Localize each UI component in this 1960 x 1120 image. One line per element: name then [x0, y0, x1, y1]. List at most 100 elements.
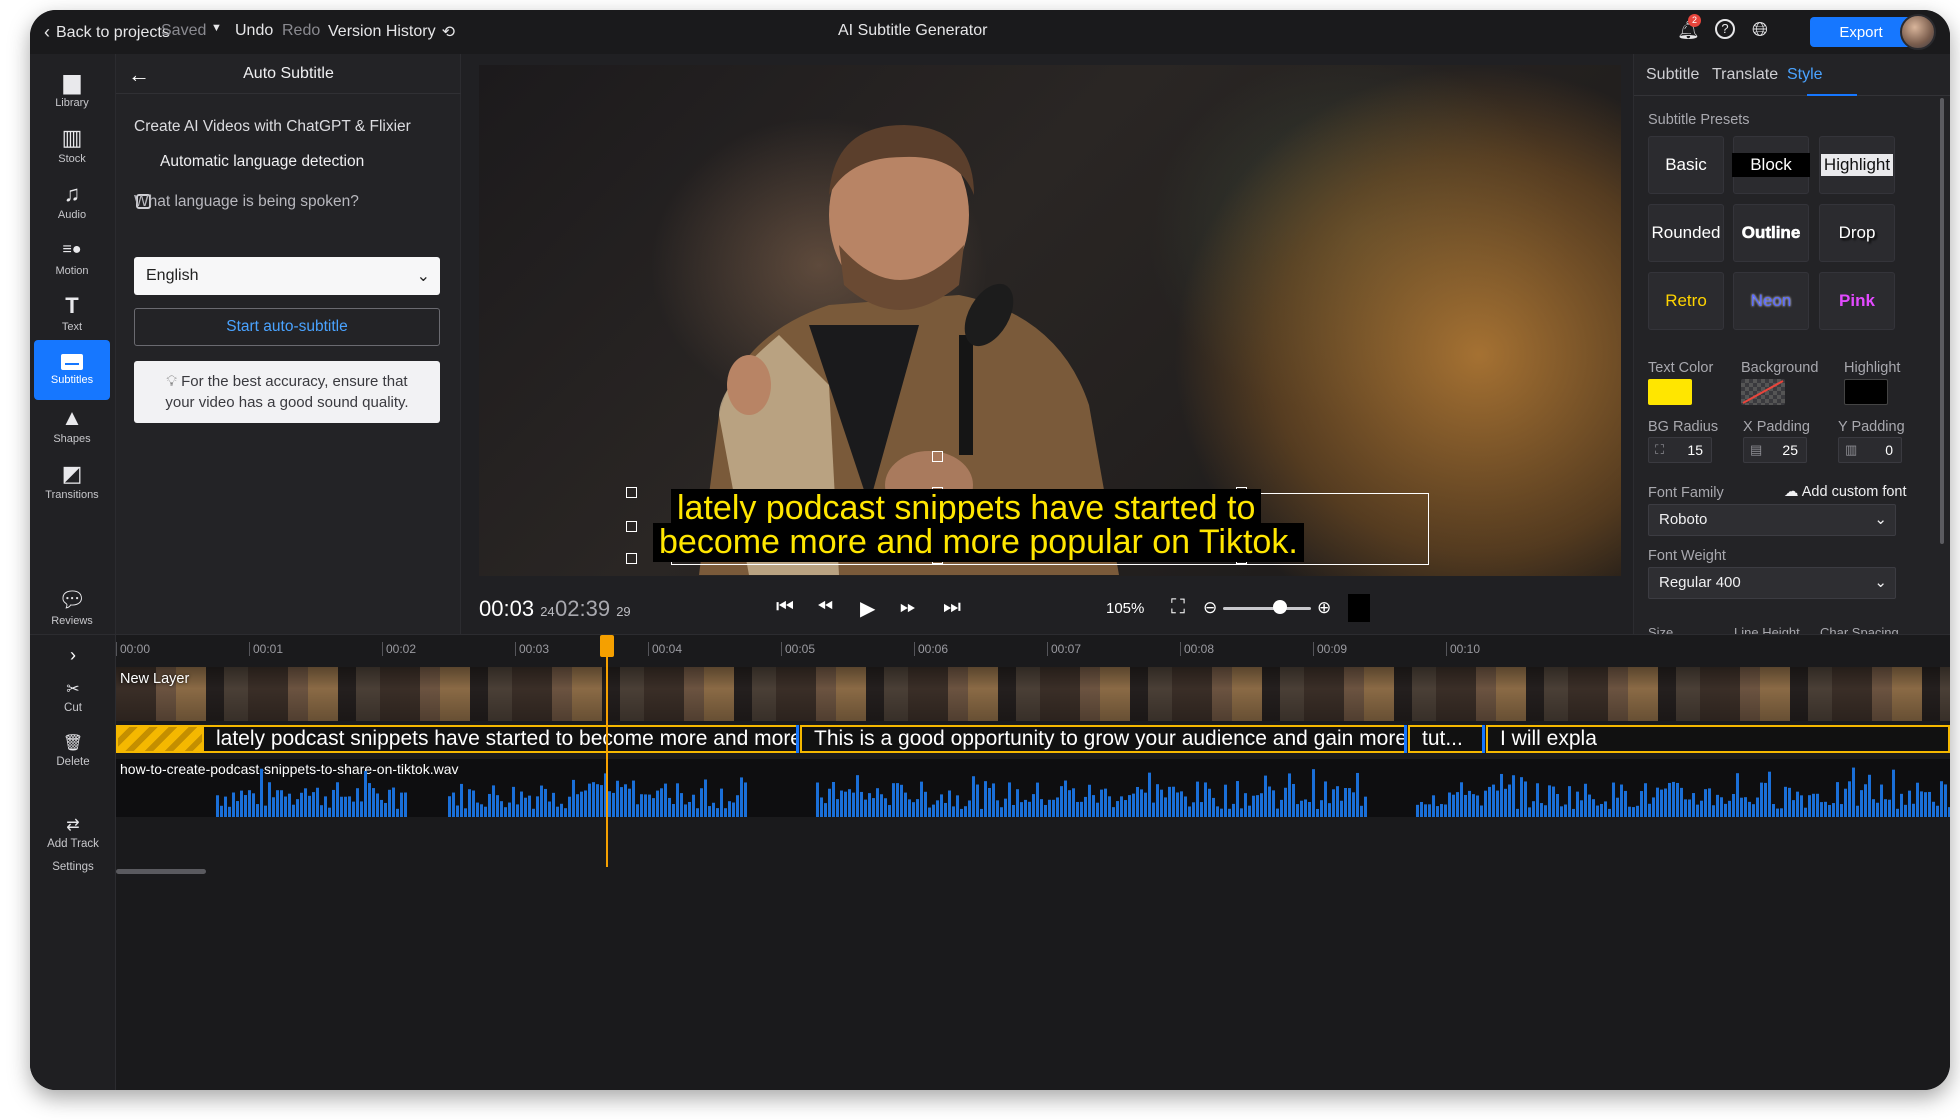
background-color-swatch[interactable]: [1741, 379, 1785, 405]
fullscreen-icon[interactable]: ⛶: [1171, 596, 1185, 619]
waveform-bar: [1236, 781, 1239, 817]
waveform-bar: [232, 792, 235, 817]
zoom-slider-knob[interactable]: [1273, 600, 1288, 614]
waveform-bar: [1092, 795, 1095, 817]
preset-outline[interactable]: Outline: [1733, 204, 1809, 262]
bg-radius-input[interactable]: ⛶ 15: [1648, 437, 1712, 463]
preset-retro[interactable]: Retro: [1648, 272, 1724, 330]
sidebar-item-reviews[interactable]: 💬︎ Reviews: [34, 578, 110, 638]
waveform-bar: [1524, 781, 1527, 817]
video-preview[interactable]: lately podcast snippets have started to …: [479, 65, 1621, 576]
playhead-handle[interactable]: [600, 635, 614, 657]
saved-dropdown-icon[interactable]: ▼: [211, 22, 222, 34]
skip-to-end-icon[interactable]: ⏭︎: [943, 596, 961, 619]
notifications-button[interactable]: 🔔︎ 2: [1677, 14, 1701, 41]
waveform-bar: [1772, 804, 1775, 817]
delete-button[interactable]: 🗑︎ Delete: [30, 733, 116, 768]
subtitle-clip[interactable]: I will expla: [1486, 725, 1950, 753]
sidebar-item-stock[interactable]: ▥ Stock: [34, 116, 110, 176]
waveform-bar: [1052, 799, 1055, 817]
resize-handle-tl[interactable]: [626, 487, 637, 498]
back-arrow-icon[interactable]: ←: [128, 62, 150, 88]
language-button[interactable]: 🌐︎: [1752, 19, 1768, 42]
sidebar-item-transitions[interactable]: ◩ Transitions: [34, 452, 110, 512]
waveform-bar: [1616, 797, 1619, 817]
waveform-bar: [872, 798, 875, 817]
waveform-bar: [880, 794, 883, 817]
rewind-icon[interactable]: ⏪︎: [817, 596, 833, 619]
style-panel-scrollbar[interactable]: [1940, 98, 1944, 544]
sidebar-item-subtitles[interactable]: Subtitles: [34, 340, 110, 400]
redo-button[interactable]: Redo: [282, 22, 320, 40]
sidebar-item-audio[interactable]: ♫ Audio: [34, 172, 110, 232]
export-button[interactable]: Export: [1810, 17, 1912, 47]
subtitle-gap[interactable]: [116, 725, 204, 753]
sidebar-item-library[interactable]: ▆ Library: [34, 60, 110, 120]
preset-basic[interactable]: Basic: [1648, 136, 1724, 194]
text-color-swatch[interactable]: [1648, 379, 1692, 405]
cut-button[interactable]: ✂ Cut: [30, 679, 116, 714]
waveform-bar: [876, 788, 879, 817]
timeline-scrollbar[interactable]: [116, 869, 206, 874]
sidebar-item-motion[interactable]: ≡● Motion: [34, 228, 110, 288]
zoom-in-icon[interactable]: ⊕: [1317, 598, 1331, 618]
subtitle-clip[interactable]: This is a good opportunity to grow your …: [800, 725, 1406, 753]
font-weight-select[interactable]: Regular 400 ⌄: [1648, 567, 1896, 599]
playhead[interactable]: [606, 635, 608, 867]
preset-pink[interactable]: Pink: [1819, 272, 1895, 330]
waveform-bar: [1632, 807, 1635, 817]
subtitle-clip[interactable]: lately podcast snippets have started to …: [202, 725, 798, 753]
video-track[interactable]: New Layer: [116, 667, 1950, 721]
sidebar-item-shapes[interactable]: ▲ Shapes: [34, 396, 110, 456]
preset-rounded[interactable]: Rounded: [1648, 204, 1724, 262]
waveform-bar: [552, 792, 555, 817]
skip-to-start-icon[interactable]: ⏮︎: [776, 596, 794, 619]
sidebar-item-text[interactable]: T Text: [34, 284, 110, 344]
zoom-slider-track[interactable]: [1223, 607, 1311, 610]
waveform-bar: [1304, 799, 1307, 817]
version-history-button[interactable]: Version History ⟲: [328, 22, 455, 42]
add-custom-font-button[interactable]: ☁ Add custom font: [1784, 484, 1907, 500]
add-track-button[interactable]: ⇄ Add Track: [30, 815, 116, 850]
highlight-color-swatch[interactable]: [1844, 379, 1888, 405]
waveform-bar: [220, 805, 223, 817]
back-to-projects-button[interactable]: ‹ Back to projects: [44, 22, 170, 43]
waveform-bar: [640, 794, 643, 817]
tab-style[interactable]: Style: [1787, 66, 1823, 84]
tab-translate[interactable]: Translate: [1712, 66, 1778, 84]
language-select[interactable]: English ⌄: [134, 257, 440, 295]
preset-highlight[interactable]: Highlight: [1819, 136, 1895, 194]
rotate-handle[interactable]: [932, 451, 943, 462]
auto-detect-label[interactable]: Automatic language detection: [160, 153, 364, 171]
resize-handle-left[interactable]: [626, 521, 637, 532]
preset-block[interactable]: Block: [1732, 136, 1810, 194]
waveform-bar: [1428, 804, 1431, 817]
avatar[interactable]: [1900, 14, 1936, 50]
waveform-bar: [1476, 795, 1479, 817]
y-padding-input[interactable]: ▥ 0: [1838, 437, 1902, 463]
resize-handle-bl[interactable]: [626, 553, 637, 564]
subtitle-clip[interactable]: tut...: [1408, 725, 1484, 753]
settings-button[interactable]: Settings: [30, 861, 116, 873]
help-button[interactable]: ?: [1715, 19, 1735, 39]
motion-icon: ≡●: [62, 241, 82, 258]
font-weight-value: Regular 400: [1659, 574, 1741, 591]
preset-neon[interactable]: Neon: [1733, 272, 1809, 330]
x-padding-input[interactable]: ▤ 25: [1743, 437, 1807, 463]
waveform-bar: [1128, 795, 1131, 817]
audio-track[interactable]: how-to-create-podcast-snippets-to-share-…: [116, 759, 1950, 817]
waveform-bar: [1780, 808, 1783, 817]
expand-chevron-icon[interactable]: ›: [30, 645, 116, 666]
undo-button[interactable]: Undo: [235, 22, 273, 40]
fast-forward-icon[interactable]: ⏩︎: [900, 596, 916, 619]
start-auto-subtitle-button[interactable]: Start auto-subtitle: [134, 308, 440, 346]
zoom-level[interactable]: 105%: [1106, 600, 1144, 617]
preset-drop[interactable]: Drop: [1819, 204, 1895, 262]
waveform-bar: [616, 780, 619, 817]
tab-subtitle[interactable]: Subtitle: [1646, 66, 1699, 84]
zoom-out-icon[interactable]: ⊖: [1203, 598, 1217, 618]
font-family-select[interactable]: Roboto ⌄: [1648, 504, 1896, 536]
play-icon[interactable]: ▶: [860, 596, 875, 621]
time-ruler[interactable]: 00:00 00:01 00:02 00:03 00:04 00:05 00:0…: [116, 635, 1950, 665]
panel-toggle-icon[interactable]: [1348, 594, 1370, 622]
